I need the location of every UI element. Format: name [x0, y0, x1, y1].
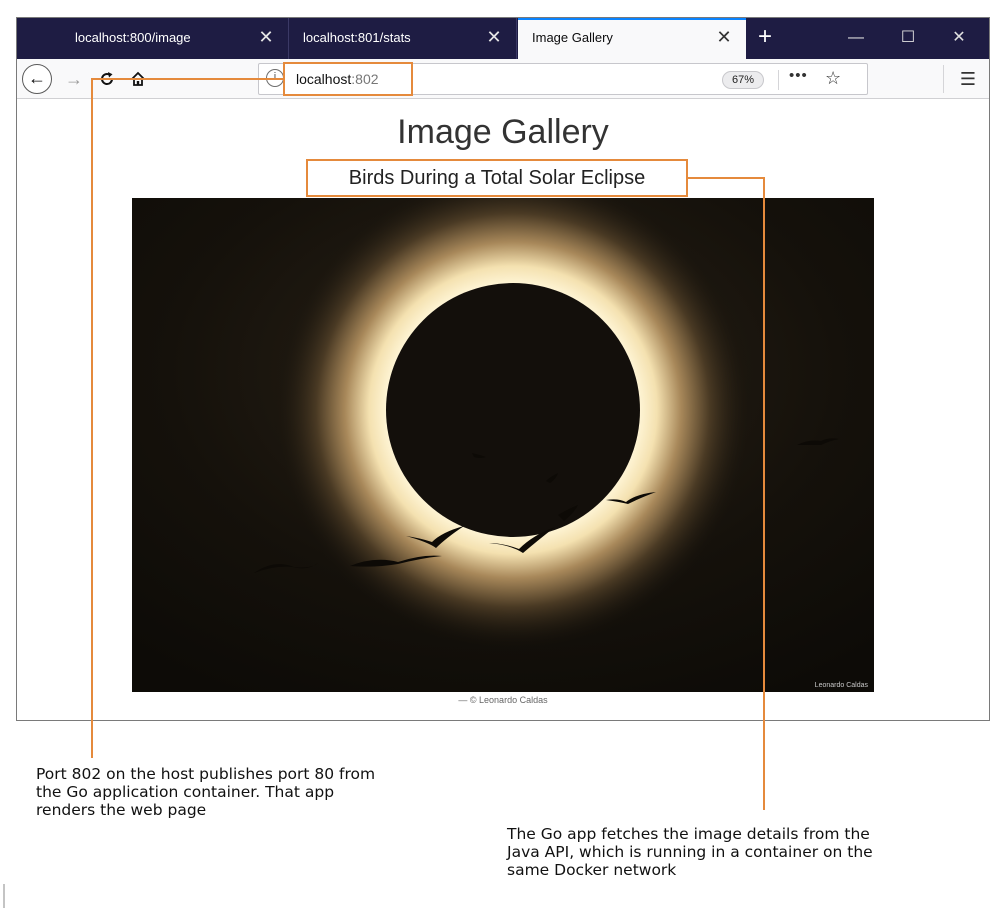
- image-watermark: Leonardo Caldas: [815, 682, 869, 689]
- url-highlight: [283, 62, 413, 96]
- moon-disc: [386, 283, 640, 537]
- port-annotation-text: Port 802 on the host publishes port 80 f…: [36, 765, 376, 819]
- figure: localhost:800/image ✕ localhost:801/stat…: [0, 0, 990, 908]
- arrow-right-icon: →: [65, 69, 83, 89]
- eclipse-photo: Leonardo Caldas: [132, 198, 874, 692]
- back-button[interactable]: ←: [22, 64, 52, 94]
- arrow-left-icon: ←: [28, 68, 46, 88]
- page-title: Image Gallery: [397, 113, 609, 151]
- tab-bar: localhost:800/image ✕ localhost:801/stat…: [17, 18, 989, 59]
- info-icon[interactable]: i: [266, 69, 284, 87]
- image-caption-highlight: Birds During a Total Solar Eclipse: [306, 159, 688, 197]
- eclipse-image: Leonardo Caldas: [132, 198, 874, 692]
- nav-bar: ← → i localhost:802 67% ••• ☆ ☰: [17, 59, 989, 99]
- maximize-button[interactable]: ☐: [884, 18, 932, 59]
- more-actions-icon[interactable]: •••: [789, 67, 808, 84]
- tab-label: localhost:800/image: [75, 30, 191, 45]
- forward-button[interactable]: →: [60, 65, 88, 93]
- browser-window: localhost:800/image ✕ localhost:801/stat…: [16, 17, 990, 721]
- close-icon[interactable]: ✕: [484, 26, 504, 48]
- home-button[interactable]: [124, 65, 152, 93]
- zoom-level-badge[interactable]: 67%: [722, 71, 764, 89]
- close-window-button[interactable]: ✕: [935, 18, 983, 59]
- tab-label: localhost:801/stats: [303, 30, 411, 45]
- toolbar-divider: [943, 65, 944, 93]
- close-icon[interactable]: ✕: [256, 26, 276, 48]
- minimize-button[interactable]: —: [832, 18, 880, 59]
- image-caption: Birds During a Total Solar Eclipse: [348, 167, 646, 189]
- new-tab-button[interactable]: +: [750, 23, 780, 53]
- reload-icon: [101, 72, 114, 85]
- tab-image-gallery[interactable]: Image Gallery ✕: [518, 18, 746, 59]
- tab-stats[interactable]: localhost:801/stats ✕: [289, 18, 517, 59]
- url-divider: [778, 70, 779, 90]
- tab-label: Image Gallery: [532, 30, 613, 45]
- bookmark-star-icon[interactable]: ☆: [825, 68, 841, 89]
- reload-button[interactable]: [93, 65, 121, 93]
- close-icon[interactable]: ✕: [714, 26, 734, 48]
- tab-image[interactable]: localhost:800/image ✕: [61, 18, 289, 59]
- hamburger-menu-icon[interactable]: ☰: [954, 65, 982, 93]
- home-icon: [131, 71, 145, 86]
- api-annotation-text: The Go app fetches the image details fro…: [507, 825, 873, 879]
- photo-credit: — © Leonardo Caldas: [458, 695, 548, 705]
